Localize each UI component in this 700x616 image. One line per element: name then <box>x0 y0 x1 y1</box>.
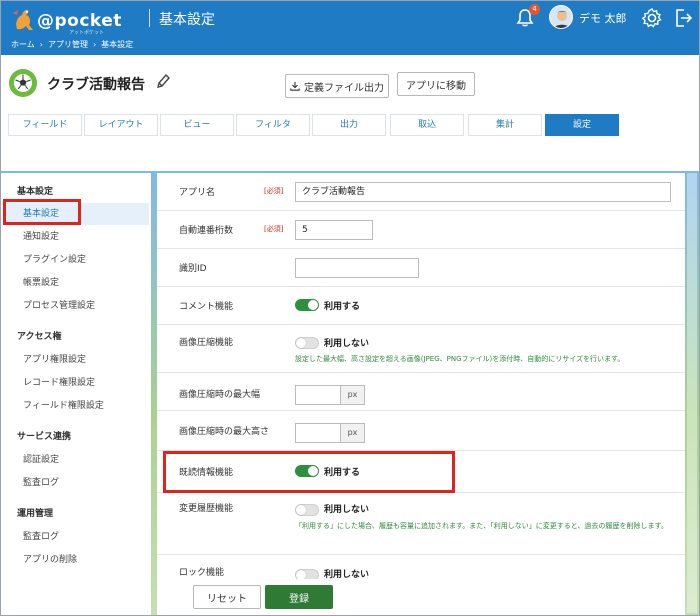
max-height-unit: px <box>341 423 365 443</box>
breadcrumb: ホーム › アプリ管理 › 基本設定 <box>11 39 133 50</box>
avatar[interactable] <box>549 5 573 29</box>
history-label: 変更履歴機能 <box>179 504 234 514</box>
auto-number-input[interactable]: 5 <box>295 220 373 240</box>
sidebar-section-service: サービス連携 <box>17 432 72 442</box>
tab-field[interactable]: フィールド <box>8 114 82 136</box>
tab-settings[interactable]: 設定 <box>545 114 619 136</box>
toggle-knob <box>296 338 306 348</box>
image-compress-label: 画像圧縮機能 <box>179 338 234 348</box>
notification-badge: 4 <box>529 4 540 15</box>
app-name-label: アプリ名 <box>179 188 216 198</box>
required-badge: [必須] <box>264 225 284 233</box>
logo-subtext: アットポケット <box>69 30 105 36</box>
comment-toggle[interactable] <box>295 299 319 311</box>
sidebar-item-field-permission[interactable]: フィールド権限設定 <box>3 395 149 417</box>
save-button[interactable]: 登録 <box>265 585 333 609</box>
gear-icon[interactable] <box>641 7 663 29</box>
highlight-basic-settings <box>3 199 81 225</box>
app-window: @pocket アットポケット 基本設定 ホーム › アプリ管理 › 基本設定 … <box>0 0 700 616</box>
history-help: 「利用する」にした場合、履歴も容量に追加されます。また、「利用しない」に変更する… <box>295 522 668 530</box>
sidebar-item-notification[interactable]: 通知設定 <box>3 226 149 248</box>
sidebar-section-operation: 運用管理 <box>17 509 54 519</box>
breadcrumb-separator: › <box>92 40 97 49</box>
download-icon <box>290 81 300 91</box>
lock-label: ロック機能 <box>179 568 225 578</box>
header-divider <box>149 9 150 27</box>
go-to-app-button[interactable]: アプリに移動 <box>397 72 475 96</box>
app-header-area: クラブ活動報告 定義ファイル出力 アプリに移動 フィールド レイアウト ビュー … <box>1 55 699 171</box>
sidebar-item-plugin[interactable]: プラグイン設定 <box>3 249 149 271</box>
sidebar-item-audit-log-service[interactable]: 監査ログ <box>3 472 149 494</box>
toggle-knob <box>296 505 306 515</box>
reset-button[interactable]: リセット <box>193 585 261 609</box>
logo-text: @pocket <box>37 11 122 31</box>
tab-output[interactable]: 出力 <box>312 114 386 136</box>
sidebar: 基本設定 基本設定 通知設定 プラグイン設定 帳票設定 プロセス管理設定 アクセ… <box>1 173 151 615</box>
image-compress-toggle-label: 利用しない <box>324 339 370 349</box>
required-badge: [必須] <box>264 187 284 195</box>
image-compress-help: 設定した最大幅、高さ設定を超える画像(JPEG、PNGファイル)を添付時、自動的… <box>295 355 625 363</box>
top-header: @pocket アットポケット 基本設定 ホーム › アプリ管理 › 基本設定 … <box>1 1 699 55</box>
sidebar-item-record-permission[interactable]: レコード権限設定 <box>3 372 149 394</box>
user-photo-icon <box>550 6 572 28</box>
identifier-label: 識別ID <box>179 264 207 274</box>
row-image-compress: 画像圧縮機能 利用しない 設定した最大幅、高さ設定を超える画像(JPEG、PNG… <box>157 325 685 373</box>
comment-toggle-label: 利用する <box>324 302 361 312</box>
scrollbar[interactable] <box>687 173 697 613</box>
pencil-icon[interactable] <box>156 73 170 89</box>
breadcrumb-current: 基本設定 <box>101 40 134 49</box>
max-width-label: 画像圧縮時の最大幅 <box>179 390 261 400</box>
history-toggle[interactable] <box>295 504 319 516</box>
export-definition-label: 定義ファイル出力 <box>304 82 384 94</box>
max-height-input[interactable] <box>295 423 341 443</box>
sidebar-item-report[interactable]: 帳票設定 <box>3 272 149 294</box>
row-app-name: アプリ名 [必須] クラブ活動報告 <box>157 173 685 211</box>
row-identifier: 識別ID <box>157 249 685 287</box>
settings-form: アプリ名 [必須] クラブ活動報告 自動連番桁数 [必須] 5 識別ID コメン… <box>157 173 685 615</box>
highlight-read-info <box>163 451 455 493</box>
app-title: クラブ活動報告 <box>47 77 145 93</box>
sidebar-item-delete-app[interactable]: アプリの削除 <box>3 549 149 571</box>
tab-aggregate[interactable]: 集計 <box>468 114 542 136</box>
image-compress-toggle[interactable] <box>295 337 319 349</box>
identifier-input[interactable] <box>295 258 419 278</box>
tab-view[interactable]: ビュー <box>160 114 234 136</box>
row-max-width: 画像圧縮時の最大幅 px <box>157 373 685 411</box>
form-footer: リセット 登録 <box>157 579 685 615</box>
soccer-ball-icon <box>9 69 37 97</box>
max-width-unit: px <box>341 385 365 405</box>
logo[interactable]: @pocket アットポケット <box>11 7 131 36</box>
tab-import[interactable]: 取込 <box>390 114 464 136</box>
page-title: 基本設定 <box>159 12 215 28</box>
sidebar-section-basic: 基本設定 <box>17 187 54 197</box>
breadcrumb-home[interactable]: ホーム <box>11 39 35 50</box>
user-name[interactable]: デモ 太郎 <box>579 10 627 26</box>
sidebar-section-access: アクセス権 <box>17 332 62 342</box>
auto-number-label: 自動連番桁数 <box>179 226 234 236</box>
comment-label: コメント機能 <box>179 302 234 312</box>
row-max-height: 画像圧縮時の最大高さ px <box>157 411 685 451</box>
tab-filter[interactable]: フィルタ <box>236 114 310 136</box>
sidebar-item-app-permission[interactable]: アプリ権限設定 <box>3 349 149 371</box>
breadcrumb-separator: › <box>39 40 43 49</box>
export-definition-button[interactable]: 定義ファイル出力 <box>285 74 389 98</box>
toggle-knob <box>308 300 318 310</box>
app-name-input[interactable]: クラブ活動報告 <box>295 182 671 202</box>
tab-layout[interactable]: レイアウト <box>84 114 158 136</box>
row-history: 変更履歴機能 利用しない 「利用する」にした場合、履歴も容量に追加されます。また… <box>157 493 685 555</box>
sidebar-item-process[interactable]: プロセス管理設定 <box>3 295 149 317</box>
sidebar-item-audit-log[interactable]: 監査ログ <box>3 526 149 548</box>
row-auto-number: 自動連番桁数 [必須] 5 <box>157 211 685 249</box>
breadcrumb-app-management[interactable]: アプリ管理 <box>48 39 88 50</box>
logout-icon[interactable] <box>673 7 693 29</box>
max-width-input[interactable] <box>295 385 341 405</box>
kangaroo-logo-icon <box>13 9 33 30</box>
max-height-label: 画像圧縮時の最大高さ <box>179 427 270 437</box>
row-comment: コメント機能 利用する <box>157 287 685 325</box>
sidebar-item-auth[interactable]: 認証設定 <box>3 449 149 471</box>
history-toggle-label: 利用しない <box>324 505 370 515</box>
